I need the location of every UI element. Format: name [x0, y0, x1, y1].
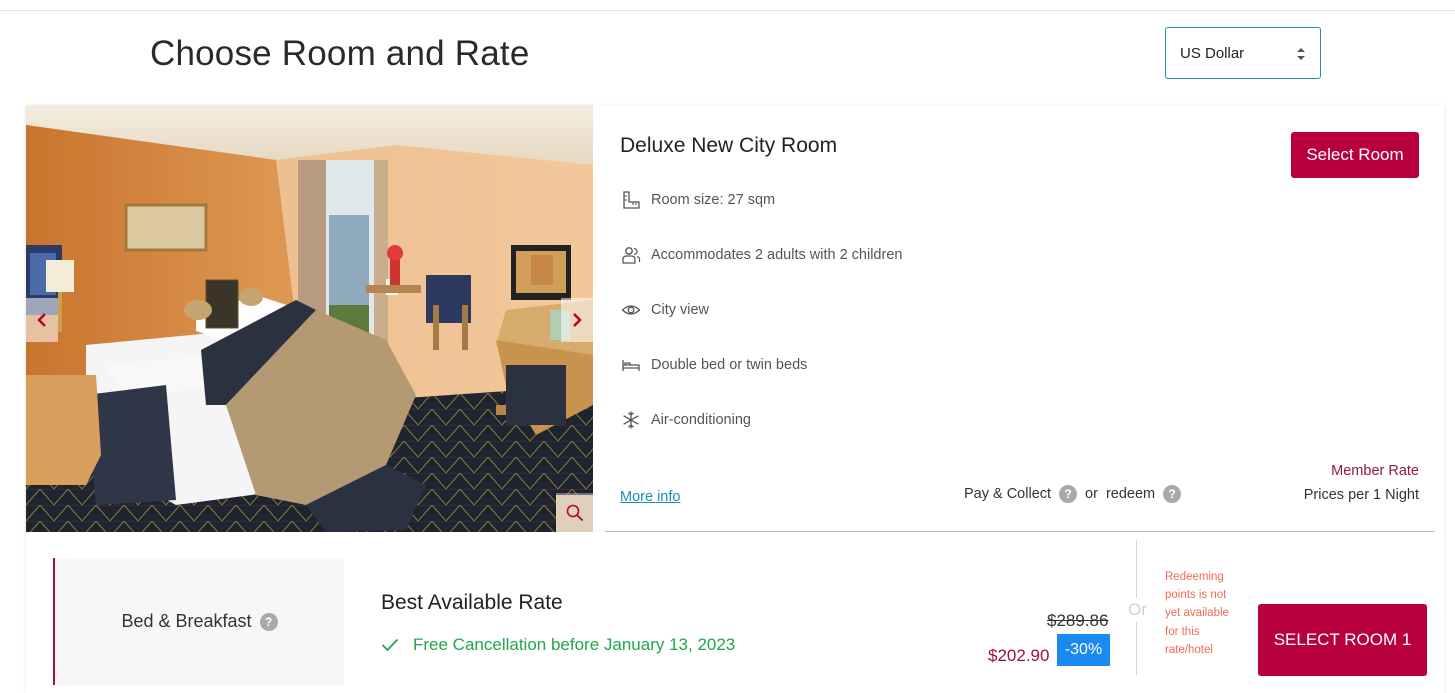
room-size-icon — [620, 189, 642, 211]
discount-badge: -30% — [1057, 634, 1110, 666]
page-title: Choose Room and Rate — [150, 34, 530, 73]
board-type: Bed & Breakfast ? — [53, 558, 344, 685]
or-label: or — [1085, 486, 1098, 502]
photo-prev-button[interactable] — [26, 298, 58, 342]
feature-text: Accommodates 2 adults with 2 children — [651, 247, 903, 263]
chevron-right-icon — [573, 313, 582, 327]
feature-bed: Double bed or twin beds — [620, 354, 807, 376]
prices-per-night-label: Prices per 1 Night — [1303, 487, 1419, 503]
original-price: $289.86 — [1047, 611, 1109, 630]
cancellation-policy: Free Cancellation before January 13, 202… — [381, 635, 735, 655]
rate-row: Bed & Breakfast ? Best Available Rate Fr… — [26, 532, 1444, 693]
feature-room-size: Room size: 27 sqm — [620, 189, 775, 211]
feature-text: Air-conditioning — [651, 412, 751, 428]
discounted-price: $202.90 — [988, 646, 1050, 665]
pay-collect-label: Pay & Collect — [964, 486, 1052, 502]
help-icon[interactable]: ? — [259, 612, 278, 631]
room-card: Deluxe New City Room Select Room Room si… — [26, 105, 1444, 532]
select-room-1-button[interactable]: SELECT ROOM 1 — [1258, 604, 1427, 676]
select-room-button[interactable]: Select Room — [1291, 132, 1419, 178]
people-icon — [620, 244, 642, 266]
redeem-label: redeem — [1105, 486, 1156, 502]
eye-icon — [620, 299, 642, 321]
redeem-unavailable-note: Redeeming points is not yet available fo… — [1165, 571, 1229, 656]
board-type-label: Bed & Breakfast — [121, 611, 252, 631]
photo-next-button[interactable] — [561, 298, 593, 342]
currency-selected-value: US Dollar — [1180, 44, 1245, 62]
feature-text: City view — [651, 302, 710, 318]
help-icon[interactable]: ? — [1059, 485, 1078, 503]
more-info-link[interactable]: More info — [620, 489, 680, 505]
help-icon[interactable]: ? — [1163, 485, 1182, 503]
check-icon — [381, 638, 399, 652]
photo-zoom-button[interactable] — [556, 493, 593, 532]
chevron-left-icon — [37, 313, 46, 327]
payment-options: Pay & Collect ? or redeem ? — [964, 485, 1189, 503]
feature-air-conditioning: Air-conditioning — [620, 409, 751, 431]
select-arrows-icon — [1297, 48, 1305, 60]
room-name: Deluxe New City Room — [620, 134, 838, 157]
feature-text: Room size: 27 sqm — [651, 192, 776, 208]
snowflake-icon — [620, 409, 642, 431]
feature-text: Double bed or twin beds — [651, 357, 808, 373]
feature-view: City view — [620, 299, 709, 321]
rate-name: Best Available Rate — [381, 591, 563, 614]
room-photo-image — [26, 105, 593, 532]
bed-icon — [620, 354, 642, 376]
magnifier-icon — [566, 504, 583, 521]
top-divider — [0, 10, 1455, 11]
feature-occupancy: Accommodates 2 adults with 2 children — [620, 244, 902, 266]
or-label: Or — [1128, 598, 1147, 622]
cancellation-text: Free Cancellation before January 13, 202… — [413, 635, 736, 654]
room-photo — [26, 105, 593, 532]
currency-select[interactable]: US Dollar — [1165, 27, 1321, 79]
member-rate-label: Member Rate — [1331, 463, 1419, 479]
